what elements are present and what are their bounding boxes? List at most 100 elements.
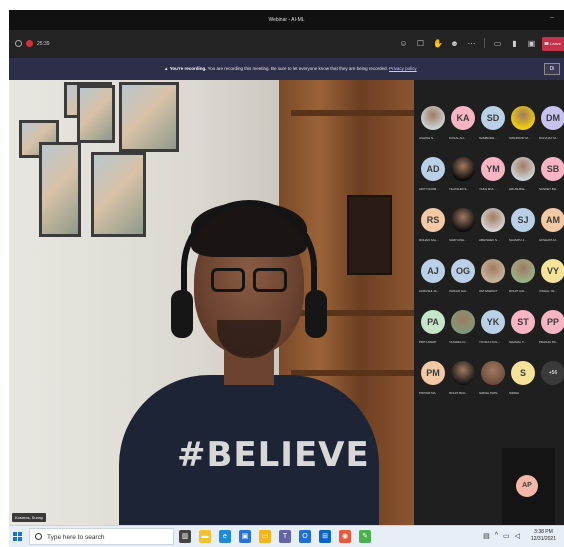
meeting-info-icon[interactable] xyxy=(15,40,22,47)
participant-tile[interactable]: SB SANKET BH... xyxy=(538,155,564,200)
participant-tile[interactable]: DM DIGVIJAY M... xyxy=(538,104,564,149)
participant-grid: ASHISH N... KA KUNAL AH... SD SAMBODH... SWAR… xyxy=(418,104,564,404)
headset-earcup xyxy=(171,290,193,338)
share-icon[interactable]: ▣ xyxy=(527,39,536,48)
participant-photo xyxy=(511,259,535,283)
participant-name: ROHIT BAG... xyxy=(449,391,468,395)
outlook-icon[interactable]: O xyxy=(299,530,311,543)
network-icon[interactable]: ▭ xyxy=(503,532,510,540)
chrome-icon[interactable]: ◉ xyxy=(339,530,351,543)
main-video-feed[interactable]: #BELIEVE Kosmos, Sunny xyxy=(9,80,414,525)
participant-photo xyxy=(451,361,475,385)
recording-message-text: You are recording this meeting. Be sure … xyxy=(206,66,388,71)
participant-name: ROHIT KAL... xyxy=(509,289,528,293)
participant-tile[interactable]: PA PRITI AWATI xyxy=(418,308,448,353)
participant-tile[interactable]: YK YUVRAJ KOL... xyxy=(478,308,508,353)
participant-tile[interactable]: GIRISH PATIL xyxy=(478,359,508,404)
meeting-timer: 25:39 xyxy=(37,41,50,47)
windows-taskbar: Type here to search ▥ ▬ e ▣ ▭ T O ⊞ ◉ ✎ … xyxy=(9,525,564,547)
store-icon[interactable]: ▣ xyxy=(239,530,251,543)
glasses xyxy=(211,268,291,294)
participant-name: AKSHATA M... xyxy=(539,238,559,242)
reactions-icon[interactable]: ☻ xyxy=(450,39,459,48)
leave-button[interactable]: ☎ Leave xyxy=(542,37,564,51)
participant-tile[interactable]: PM PRITAM MA... xyxy=(418,359,448,404)
participant-tile[interactable]: HRUSHIKE... xyxy=(508,155,538,200)
participant-tile[interactable]: SJ SHAMPU J... xyxy=(508,206,538,251)
participant-tile[interactable]: SD SAMBODH... xyxy=(478,104,508,149)
privacy-policy-link[interactable]: Privacy policy xyxy=(389,66,417,71)
chevron-up-icon[interactable]: ^ xyxy=(495,532,498,540)
participant-name: GIRISH PATIL xyxy=(479,391,499,395)
participant-photo xyxy=(451,310,475,334)
clock[interactable]: 3:38 PM 12/31/2021 xyxy=(531,529,556,543)
more-participants-tile[interactable]: +56 xyxy=(538,359,564,404)
task-view-icon[interactable]: ▥ xyxy=(179,530,191,543)
mic-icon[interactable]: ▮ xyxy=(510,39,519,48)
volume-icon[interactable]: ◁ xyxy=(515,532,520,540)
participant-tile[interactable]: ST SHAMAL T... xyxy=(508,308,538,353)
participant-tile[interactable]: VY VISHAL YE... xyxy=(538,257,564,302)
participant-initials-avatar: YK xyxy=(481,310,505,334)
participant-tile[interactable]: S SIDDHI xyxy=(508,359,538,404)
teams-meeting-window: Webinar - AI-ML – 25:39 ☺ ☐ ✋ ☻ ⋯ ▭ ▮ ▣ … xyxy=(9,10,564,525)
chat-icon[interactable]: ☐ xyxy=(416,39,425,48)
participant-name: ROHAN SAL... xyxy=(419,238,439,242)
app-icon[interactable]: ✎ xyxy=(359,530,371,543)
participant-name: PRITI AWATI xyxy=(419,340,437,344)
teams-icon[interactable]: T xyxy=(279,530,291,543)
participant-initials-avatar: YM xyxy=(481,157,505,181)
participant-name: SWAROOP M... xyxy=(509,136,531,140)
participant-tile[interactable]: TEJASHRI S... xyxy=(448,155,478,200)
participant-name: ASHISH N... xyxy=(419,136,436,140)
participant-initials-avatar: AD xyxy=(421,157,445,181)
minimize-button[interactable]: – xyxy=(550,14,554,21)
photo-frame xyxy=(119,82,179,152)
participant-tile[interactable]: ASHISH N... xyxy=(418,104,448,149)
participant-initials-avatar: S xyxy=(511,361,535,385)
participant-name: TEJASHRI S... xyxy=(449,187,469,191)
headset-earcup xyxy=(305,290,327,338)
more-icon[interactable]: ⋯ xyxy=(467,39,476,48)
participant-tile[interactable]: ROHIT BAG... xyxy=(448,359,478,404)
participant-tile[interactable]: ABHISHEK S... xyxy=(478,206,508,251)
participant-tile[interactable]: OM SAWANT xyxy=(478,257,508,302)
participant-tile[interactable]: RS ROHAN SAL... xyxy=(418,206,448,251)
taskbar-search-box[interactable]: Type here to search xyxy=(29,528,174,545)
dismiss-button[interactable]: Di xyxy=(544,63,560,75)
participant-tile[interactable]: YASHRAJ K... xyxy=(448,308,478,353)
participant-tile[interactable]: SWAROOP M... xyxy=(508,104,538,149)
participant-name: DIGVIJAY M... xyxy=(539,136,559,140)
participant-tile[interactable]: SHRIYASH... xyxy=(448,206,478,251)
participant-tile[interactable]: ROHIT KAL... xyxy=(508,257,538,302)
participant-tile[interactable]: OG OMKAR GAI... xyxy=(448,257,478,302)
shelf xyxy=(291,110,414,116)
self-view-tile[interactable]: AP xyxy=(502,448,555,525)
participant-name: YASHRAJ K... xyxy=(449,340,468,344)
camera-icon[interactable]: ▭ xyxy=(493,39,502,48)
participants-icon[interactable]: ☺ xyxy=(399,39,408,48)
windows-start-icon[interactable] xyxy=(13,532,23,542)
windows-app-icon[interactable]: ⊞ xyxy=(319,530,331,543)
file-explorer-icon[interactable]: ▬ xyxy=(199,530,211,543)
participant-tile[interactable]: PP PRANAV PA... xyxy=(538,308,564,353)
participant-tile[interactable]: YM YASH MUL... xyxy=(478,155,508,200)
participant-tile[interactable]: AM AKSHATA M... xyxy=(538,206,564,251)
participant-name: ADITI DHOB... xyxy=(419,187,439,191)
participant-photo xyxy=(421,106,445,130)
participant-tile[interactable]: AD ADITI DHOB... xyxy=(418,155,448,200)
participant-name: SHAMAL T... xyxy=(509,340,527,344)
raise-hand-icon[interactable]: ✋ xyxy=(433,39,443,48)
participant-name: VISHAL YE... xyxy=(539,289,557,293)
participant-tile[interactable]: KA KUNAL AH... xyxy=(448,104,478,149)
participant-tile[interactable]: AJ AARUSHI JA... xyxy=(418,257,448,302)
participant-name: YUVRAJ KOL... xyxy=(479,340,501,344)
warning-icon: ▲ xyxy=(164,66,169,71)
toolbar-divider xyxy=(484,38,485,48)
edge-icon[interactable]: e xyxy=(219,530,231,543)
notification-icon[interactable]: ▤ xyxy=(483,532,490,540)
folder-icon[interactable]: ▭ xyxy=(259,530,271,543)
participant-name: SIDDHI xyxy=(509,391,520,395)
leave-label: Leave xyxy=(550,41,561,46)
participant-initials-avatar: DM xyxy=(541,106,564,130)
